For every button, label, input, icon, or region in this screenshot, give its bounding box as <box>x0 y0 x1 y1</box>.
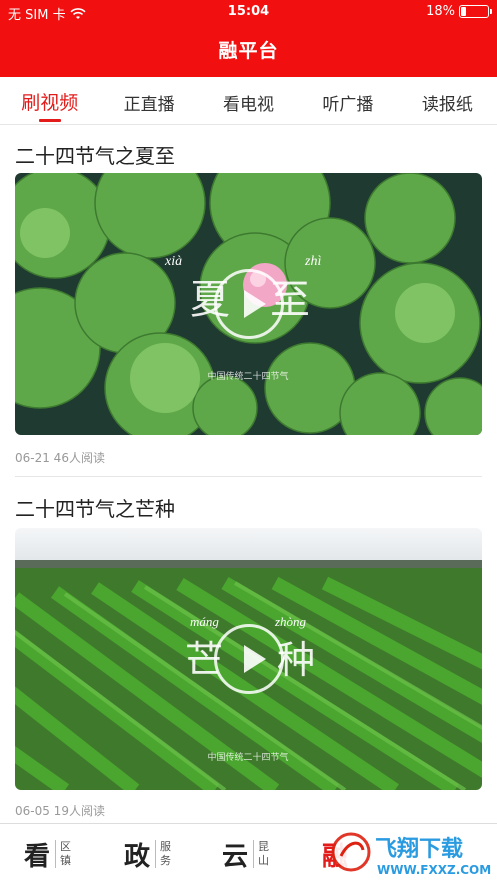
video-caption: 中国传统二十四节气 <box>207 370 288 382</box>
play-icon[interactable] <box>213 269 284 339</box>
tab-label: 看电视 <box>223 95 275 115</box>
pinyin-left: máng <box>190 614 219 629</box>
nav-sub: 区镇 <box>55 840 73 868</box>
app-header: 无 SIM 卡 15:04 18% 融平台 <box>0 0 497 77</box>
divider <box>15 476 482 477</box>
tab-label: 听广播 <box>322 95 374 115</box>
status-bar: 无 SIM 卡 15:04 18% <box>0 0 497 26</box>
pinyin-right: zhì <box>304 254 321 269</box>
tab-label: 读报纸 <box>421 95 473 115</box>
nav-kan-quzhen[interactable]: 看 区镇 <box>24 832 73 876</box>
nav-char: 看 <box>24 841 51 872</box>
nav-zheng-fuwu[interactable]: 政 服务 <box>124 832 173 876</box>
tab-ting-guangbo[interactable]: 听广播 <box>298 77 397 124</box>
watermark-logo: 飞翔下载 WWW.FXXZ.COM <box>331 832 491 877</box>
nav-yun-kunshan[interactable]: 云 昆山 <box>222 832 271 876</box>
nav-sub: 服务 <box>155 840 173 868</box>
watermark-url: WWW.FXXZ.COM <box>377 863 491 877</box>
active-tab-indicator <box>38 119 61 122</box>
nav-char: 政 <box>124 841 151 872</box>
tab-zheng-zhibo[interactable]: 正直播 <box>99 77 198 124</box>
video-meta: 06-21 46人阅读 <box>15 451 105 465</box>
battery-percent: 18% <box>426 4 455 19</box>
nav-sub: 昆山 <box>253 840 271 868</box>
battery-icon <box>459 5 492 18</box>
tab-kan-dianshi[interactable]: 看电视 <box>199 77 298 124</box>
video-thumbnail[interactable]: xià zhì 夏 至 中国传统二十四节气 <box>15 173 482 435</box>
video-thumbnail[interactable]: máng zhòng 芒 种 中国传统二十四节气 <box>15 528 482 790</box>
bottom-nav: 看 区镇 政 服务 云 昆山 融 飞翔下载 WWW.FXXZ.COM <box>0 823 497 883</box>
pinyin-left: xià <box>164 254 182 269</box>
tab-shua-shipin[interactable]: 刷视频 <box>0 77 99 124</box>
tab-label: 正直播 <box>123 95 175 115</box>
video-title[interactable]: 二十四节气之芒种 <box>15 493 175 522</box>
play-icon[interactable] <box>213 624 284 694</box>
video-meta: 06-05 19人阅读 <box>15 804 105 818</box>
video-title[interactable]: 二十四节气之夏至 <box>15 140 175 169</box>
tab-label: 刷视频 <box>21 92 79 114</box>
nav-char: 云 <box>222 841 249 872</box>
tab-du-baozhi[interactable]: 读报纸 <box>398 77 497 124</box>
category-tabs: 刷视频 正直播 看电视 听广播 读报纸 <box>0 77 497 125</box>
video-caption: 中国传统二十四节气 <box>207 751 288 763</box>
watermark-text: 飞翔下载 <box>375 836 463 862</box>
pinyin-right: zhòng <box>274 614 307 629</box>
page-title: 融平台 <box>218 40 279 62</box>
clock: 15:04 <box>227 4 270 19</box>
